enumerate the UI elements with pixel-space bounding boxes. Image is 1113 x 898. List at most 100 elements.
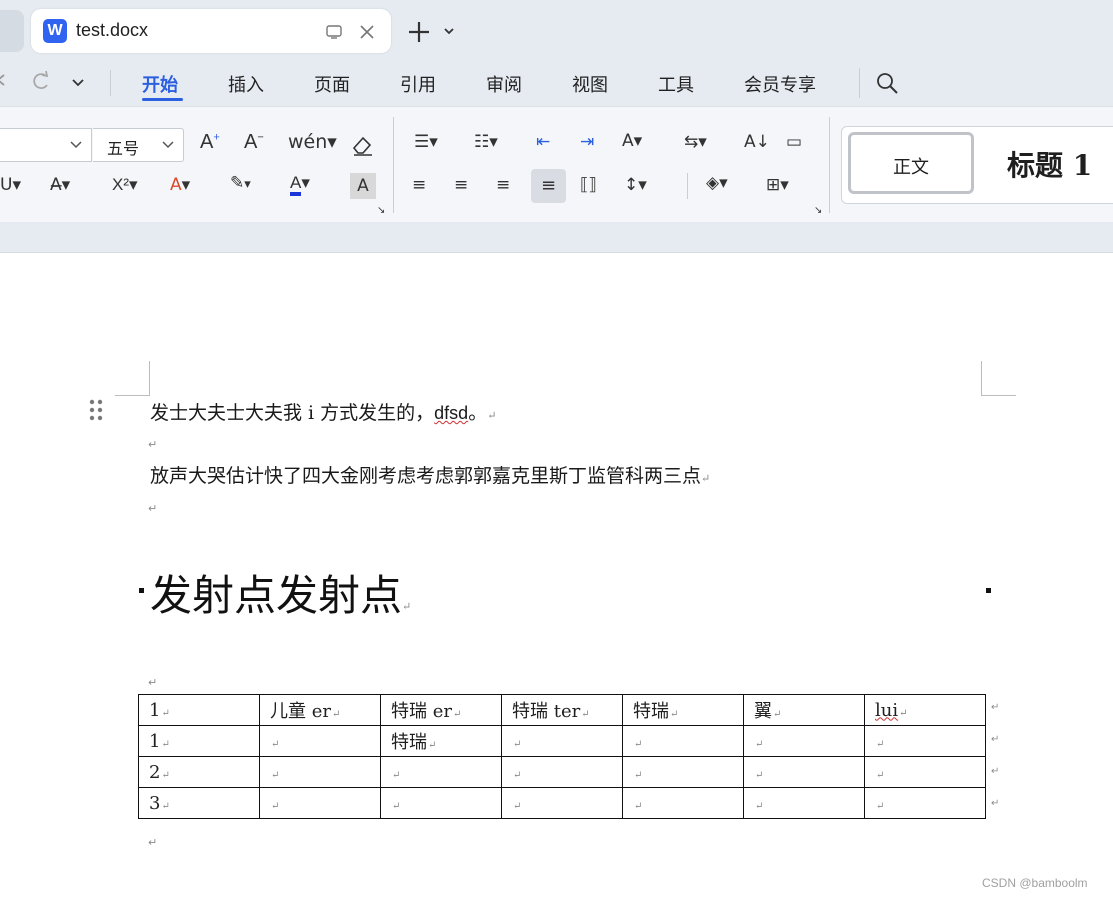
- cell-mark: ↵: [513, 800, 522, 812]
- table-cell[interactable]: 1↵: [138, 694, 260, 726]
- table-cell[interactable]: 1↵: [138, 725, 260, 757]
- paragraph-mark: ↵: [701, 472, 711, 485]
- cell-mark: ↵: [755, 738, 764, 750]
- window-mode-icon[interactable]: [325, 23, 343, 41]
- empty-paragraph-mark: ↵: [148, 502, 158, 515]
- increase-indent-icon[interactable]: ⇥: [580, 132, 594, 152]
- table-cell[interactable]: lui↵: [864, 694, 986, 726]
- numbered-list-icon[interactable]: ☷▾: [474, 132, 498, 152]
- wps-writer-logo-icon: W: [43, 19, 67, 43]
- paragraph-1[interactable]: 发士大夫士大夫我 i 方式发生的，dfsd。↵: [150, 398, 496, 425]
- table-cell[interactable]: 2↵: [138, 756, 260, 788]
- quick-access-chevron-icon[interactable]: [70, 76, 86, 90]
- table-cell[interactable]: 3↵: [138, 787, 260, 819]
- redo-icon[interactable]: [30, 70, 52, 94]
- table-row: 1↵ ↵ 特瑞↵ ↵ ↵ ↵ ↵: [138, 725, 986, 757]
- cell-text: 1: [149, 730, 161, 752]
- table-cell[interactable]: 翼↵: [743, 694, 865, 726]
- document-table[interactable]: 1↵ 儿童 er↵ 特瑞 er↵ 特瑞 ter↵ 特瑞↵ 翼↵ lui↵ 1↵ …: [138, 694, 986, 819]
- text-effect-icon[interactable]: A▾: [170, 175, 190, 195]
- superscript-icon[interactable]: X²▾: [112, 175, 138, 195]
- search-icon[interactable]: [875, 71, 899, 95]
- paragraph-mark: ↵: [487, 409, 497, 422]
- table-cell[interactable]: ↵: [259, 725, 381, 757]
- cell-mark: ↵: [513, 769, 522, 781]
- menu-tools[interactable]: 工具: [658, 71, 694, 97]
- decrease-indent-icon[interactable]: ⇤: [536, 132, 550, 152]
- menu-references[interactable]: 引用: [400, 71, 436, 97]
- table-cell[interactable]: ↵: [380, 787, 502, 819]
- previous-tab[interactable]: [0, 10, 24, 52]
- clear-format-eraser-icon[interactable]: [350, 133, 376, 157]
- style-heading-1[interactable]: 标题 1: [1007, 144, 1092, 184]
- cell-mark: ↵: [876, 769, 885, 781]
- paragraph-dialog-launcher-icon[interactable]: ↘: [814, 205, 822, 216]
- menu-review[interactable]: 审阅: [486, 71, 522, 97]
- decrease-font-size-icon[interactable]: A−: [244, 131, 264, 154]
- strikethrough-icon[interactable]: A̶▾: [50, 175, 70, 195]
- cell-text: 特瑞 er: [391, 701, 452, 722]
- show-hide-marks-icon[interactable]: ▭: [786, 132, 802, 152]
- empty-paragraph-mark: ↵: [148, 438, 158, 451]
- align-right-icon[interactable]: ≡: [496, 175, 510, 195]
- table-cell[interactable]: ↵: [501, 725, 623, 757]
- phonetic-guide-icon[interactable]: wén▾: [288, 131, 337, 153]
- table-cell[interactable]: ↵: [622, 787, 744, 819]
- text-wrap-icon[interactable]: ⇆▾: [684, 132, 707, 152]
- underline-icon[interactable]: U▾: [0, 175, 21, 195]
- table-cell[interactable]: ↵: [864, 756, 986, 788]
- menu-member[interactable]: 会员专享: [744, 71, 816, 97]
- font-name-select[interactable]: [0, 128, 92, 162]
- sort-icon[interactable]: A↓: [744, 132, 770, 152]
- table-cell[interactable]: ↵: [743, 787, 865, 819]
- document-tab[interactable]: W test.docx: [31, 9, 391, 53]
- character-shading-icon[interactable]: A: [350, 173, 376, 199]
- table-cell[interactable]: 儿童 er↵: [259, 694, 381, 726]
- menu-view[interactable]: 视图: [572, 71, 608, 97]
- table-cell[interactable]: 特瑞 ter↵: [501, 694, 623, 726]
- font-color-icon[interactable]: A▾: [290, 173, 310, 196]
- borders-icon[interactable]: ⊞▾: [766, 175, 789, 195]
- new-tab-plus-icon[interactable]: [405, 18, 433, 46]
- table-cell[interactable]: 特瑞 er↵: [380, 694, 502, 726]
- line-spacing-icon[interactable]: ↕▾: [624, 175, 647, 195]
- font-size-select[interactable]: 五号: [93, 128, 184, 162]
- table-cell[interactable]: ↵: [864, 787, 986, 819]
- undo-icon[interactable]: [0, 72, 12, 92]
- table-cell[interactable]: 特瑞↵: [380, 725, 502, 757]
- shading-bucket-icon[interactable]: ◈▾: [706, 173, 728, 193]
- ribbon-footer-strip: [0, 222, 1113, 253]
- menu-home[interactable]: 开始: [142, 71, 178, 97]
- table-cell[interactable]: ↵: [622, 725, 744, 757]
- table-cell[interactable]: ↵: [259, 787, 381, 819]
- table-cell[interactable]: ↵: [380, 756, 502, 788]
- justify-icon[interactable]: ≡: [531, 169, 566, 203]
- text-direction-icon[interactable]: A▾: [622, 131, 642, 151]
- increase-font-size-icon[interactable]: A+: [200, 131, 220, 154]
- menu-insert[interactable]: 插入: [228, 71, 264, 97]
- distributed-align-icon[interactable]: ⟦⟧: [580, 175, 597, 195]
- heading-1-text[interactable]: 发射点发射点↵: [150, 562, 411, 623]
- table-cell[interactable]: ↵: [743, 725, 865, 757]
- table-cell[interactable]: ↵: [259, 756, 381, 788]
- table-cell[interactable]: ↵: [743, 756, 865, 788]
- style-normal[interactable]: 正文: [848, 132, 974, 194]
- style-normal-label: 正文: [893, 157, 929, 178]
- cell-mark: ↵: [452, 709, 462, 720]
- table-cell[interactable]: ↵: [864, 725, 986, 757]
- align-center-icon[interactable]: ≡: [454, 175, 468, 195]
- paragraph-2[interactable]: 放声大哭估计快了四大金刚考虑考虑郭郭嘉克里斯丁监管科两三点↵: [150, 461, 710, 488]
- bullet-list-icon[interactable]: ☰▾: [414, 132, 438, 152]
- close-tab-icon[interactable]: [358, 23, 376, 41]
- align-left-icon[interactable]: ≡: [412, 175, 426, 195]
- menu-page[interactable]: 页面: [314, 71, 350, 97]
- table-cell[interactable]: ↵: [622, 756, 744, 788]
- drag-handle-icon[interactable]: [89, 399, 103, 421]
- highlight-icon[interactable]: ✎▾: [230, 173, 251, 193]
- cell-text: 特瑞 ter: [512, 701, 581, 722]
- font-dialog-launcher-icon[interactable]: ↘: [377, 205, 385, 216]
- table-cell[interactable]: ↵: [501, 787, 623, 819]
- table-cell[interactable]: 特瑞↵: [622, 694, 744, 726]
- table-cell[interactable]: ↵: [501, 756, 623, 788]
- tab-list-chevron-icon[interactable]: [442, 24, 456, 38]
